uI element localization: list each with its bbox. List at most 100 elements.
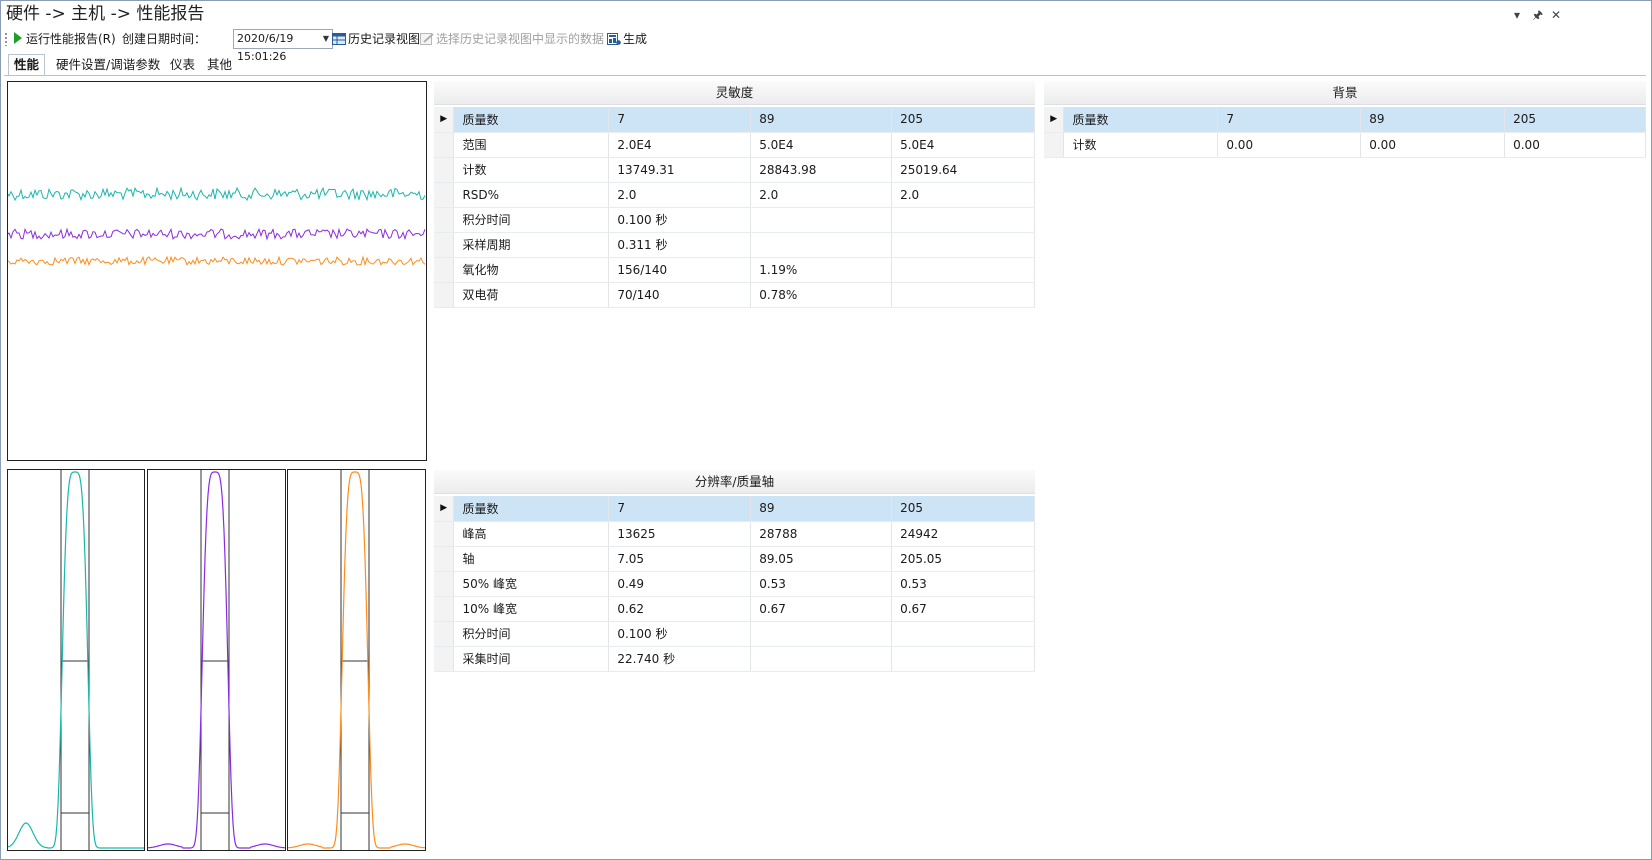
table-cell[interactable]: 积分时间 <box>453 621 610 647</box>
table-cell[interactable]: 计数 <box>453 157 610 183</box>
row-header[interactable] <box>434 182 455 208</box>
close-icon[interactable]: ✕ <box>1551 8 1561 22</box>
row-header[interactable] <box>434 132 455 158</box>
table-row[interactable]: 采样周期 0.311 秒 <box>434 232 1035 258</box>
table-row[interactable]: 10% 峰宽 0.62 0.67 0.67 <box>434 596 1035 622</box>
table-cell[interactable]: 89 <box>750 496 893 522</box>
row-header[interactable] <box>434 207 455 233</box>
run-report-button[interactable]: 运行性能报告(R) <box>14 29 116 49</box>
table-row[interactable]: 计数 0.00 0.00 0.00 <box>1044 132 1646 158</box>
table-cell[interactable] <box>891 282 1035 308</box>
table-cell[interactable]: 质量数 <box>1063 107 1219 133</box>
table-cell[interactable]: 156/140 <box>608 257 752 283</box>
table-cell[interactable]: 7 <box>608 496 752 522</box>
table-cell[interactable]: 0.00 <box>1504 132 1646 158</box>
table-cell[interactable]: 2.0 <box>750 182 893 208</box>
table-cell[interactable]: 7 <box>608 107 752 133</box>
row-header[interactable] <box>434 596 455 622</box>
tab-performance[interactable]: 性能 <box>8 54 46 76</box>
table-row[interactable]: 计数 13749.31 28843.98 25019.64 <box>434 157 1035 183</box>
table-cell[interactable]: 89.05 <box>750 546 893 572</box>
table-row[interactable]: ▶ 质量数 7 89 205 <box>1044 107 1646 133</box>
row-header[interactable] <box>434 621 455 647</box>
table-cell[interactable] <box>891 257 1035 283</box>
row-header[interactable] <box>434 546 455 572</box>
row-header[interactable] <box>434 571 455 597</box>
table-cell[interactable]: 范围 <box>453 132 610 158</box>
table-cell[interactable]: 89 <box>1360 107 1506 133</box>
table-cell[interactable]: 0.100 秒 <box>608 207 752 233</box>
row-header[interactable] <box>434 257 455 283</box>
tab-other[interactable]: 其他 <box>202 55 237 75</box>
table-cell[interactable]: 22.740 秒 <box>608 646 752 672</box>
tab-hardware-settings[interactable]: 硬件设置/调谐参数 <box>51 55 165 75</box>
row-header[interactable] <box>434 282 455 308</box>
table-cell[interactable]: 205 <box>1504 107 1646 133</box>
table-cell[interactable]: 氧化物 <box>453 257 610 283</box>
table-row[interactable]: ▶ 质量数 7 89 205 <box>434 107 1035 133</box>
table-cell[interactable] <box>891 621 1035 647</box>
table-cell[interactable]: 计数 <box>1063 132 1219 158</box>
table-row[interactable]: 积分时间 0.100 秒 <box>434 207 1035 233</box>
table-cell[interactable]: 205.05 <box>891 546 1035 572</box>
table-cell[interactable]: 质量数 <box>453 496 610 522</box>
row-header[interactable] <box>434 157 455 183</box>
table-cell[interactable]: 峰高 <box>453 521 610 547</box>
table-cell[interactable]: 13749.31 <box>608 157 752 183</box>
table-row[interactable]: 采集时间 22.740 秒 <box>434 646 1035 672</box>
table-cell[interactable]: 2.0 <box>608 182 752 208</box>
table-cell[interactable] <box>750 621 893 647</box>
table-row[interactable]: 峰高 13625 28788 24942 <box>434 521 1035 547</box>
pin-icon[interactable]: 🖈 <box>1532 8 1543 22</box>
generate-button[interactable]: 生成 <box>607 29 647 49</box>
row-header[interactable] <box>434 521 455 547</box>
table-cell[interactable]: 24942 <box>891 521 1035 547</box>
table-cell[interactable]: 0.00 <box>1217 132 1362 158</box>
table-cell[interactable]: 轴 <box>453 546 610 572</box>
row-header[interactable] <box>434 646 455 672</box>
table-cell[interactable]: 10% 峰宽 <box>453 596 610 622</box>
table-row[interactable]: RSD% 2.0 2.0 2.0 <box>434 182 1035 208</box>
table-cell[interactable]: 5.0E4 <box>750 132 893 158</box>
select-history-data-button[interactable]: 选择历史记录视图中显示的数据 <box>420 29 604 49</box>
table-cell[interactable]: 70/140 <box>608 282 752 308</box>
table-cell[interactable]: 质量数 <box>453 107 610 133</box>
table-cell[interactable]: 0.100 秒 <box>608 621 752 647</box>
table-cell[interactable]: 7 <box>1217 107 1362 133</box>
table-cell[interactable]: 0.62 <box>608 596 752 622</box>
datetime-select[interactable]: 2020/6/19 15:01:26 ▼ <box>233 29 333 63</box>
table-cell[interactable]: 25019.64 <box>891 157 1035 183</box>
table-cell[interactable]: 5.0E4 <box>891 132 1035 158</box>
row-indicator-icon[interactable]: ▶ <box>1044 107 1065 133</box>
table-row[interactable]: 范围 2.0E4 5.0E4 5.0E4 <box>434 132 1035 158</box>
table-cell[interactable]: 采样周期 <box>453 232 610 258</box>
table-cell[interactable]: 89 <box>750 107 893 133</box>
table-row[interactable]: 双电荷 70/140 0.78% <box>434 282 1035 308</box>
table-cell[interactable]: 1.19% <box>750 257 893 283</box>
table-cell[interactable]: 205 <box>891 107 1035 133</box>
table-cell[interactable]: 0.00 <box>1360 132 1506 158</box>
table-cell[interactable]: 7.05 <box>608 546 752 572</box>
table-row[interactable]: ▶ 质量数 7 89 205 <box>434 496 1035 522</box>
table-cell[interactable]: 28843.98 <box>750 157 893 183</box>
table-cell[interactable] <box>750 232 893 258</box>
history-view-button[interactable]: 历史记录视图 <box>332 29 420 49</box>
table-cell[interactable] <box>891 232 1035 258</box>
table-cell[interactable]: 0.53 <box>750 571 893 597</box>
table-cell[interactable]: 0.67 <box>750 596 893 622</box>
toolbar-grip[interactable] <box>4 32 8 46</box>
table-cell[interactable]: 0.53 <box>891 571 1035 597</box>
table-row[interactable]: 50% 峰宽 0.49 0.53 0.53 <box>434 571 1035 597</box>
table-cell[interactable]: 0.311 秒 <box>608 232 752 258</box>
row-header[interactable] <box>434 232 455 258</box>
table-cell[interactable]: 积分时间 <box>453 207 610 233</box>
table-cell[interactable]: 0.67 <box>891 596 1035 622</box>
dropdown-icon[interactable]: ▾ <box>1514 8 1520 22</box>
table-row[interactable]: 氧化物 156/140 1.19% <box>434 257 1035 283</box>
row-header[interactable] <box>1044 132 1065 158</box>
table-cell[interactable]: 2.0 <box>891 182 1035 208</box>
table-cell[interactable]: 205 <box>891 496 1035 522</box>
table-cell[interactable] <box>750 207 893 233</box>
table-cell[interactable]: 双电荷 <box>453 282 610 308</box>
row-indicator-icon[interactable]: ▶ <box>434 496 455 522</box>
